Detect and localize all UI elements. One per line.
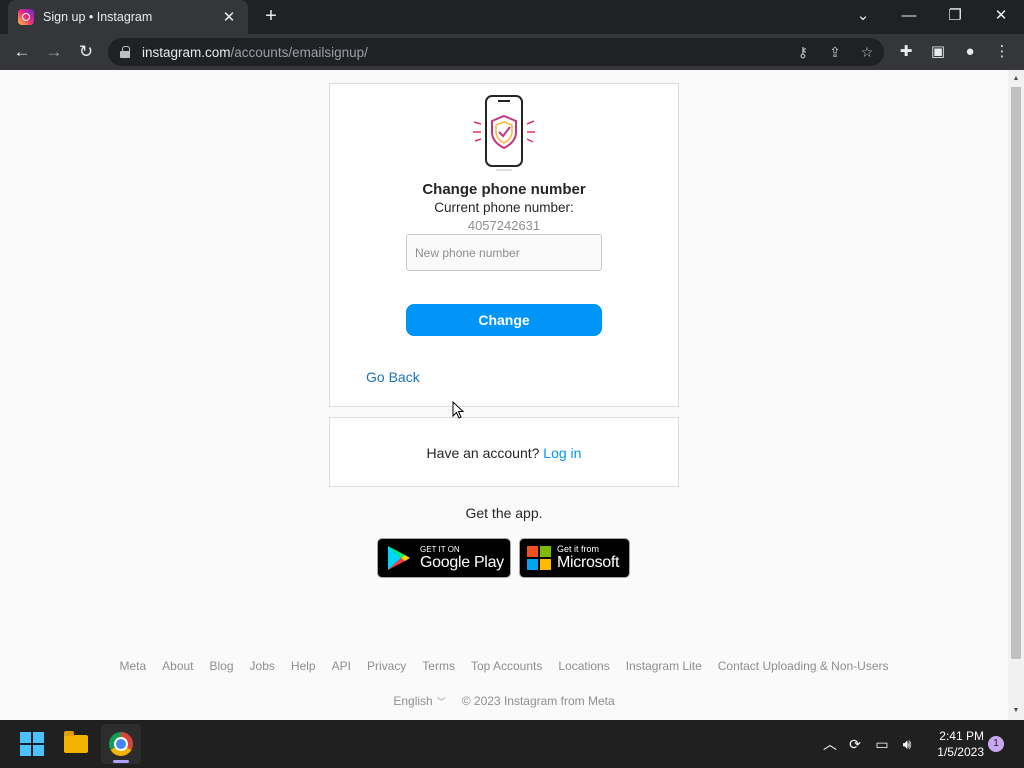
- profile-icon[interactable]: ●: [960, 42, 980, 62]
- google-play-icon: [388, 546, 410, 570]
- windows-taskbar: ︿ ⟳ ▭ 🔊︎ 2:41 PM 1/5/2023 1: [0, 720, 1024, 768]
- footer-link[interactable]: Instagram Lite: [626, 659, 702, 673]
- start-button[interactable]: [12, 724, 52, 764]
- scroll-up-icon[interactable]: ▲: [1008, 72, 1024, 86]
- browser-tab[interactable]: Sign up • Instagram ✕: [8, 0, 248, 34]
- go-back-link[interactable]: Go Back: [366, 369, 420, 385]
- change-phone-card: Change phone number Current phone number…: [329, 83, 679, 407]
- minimize-icon[interactable]: —: [893, 4, 925, 28]
- microsoft-small-text: Get it from: [557, 544, 600, 554]
- new-phone-number-input[interactable]: [406, 234, 602, 271]
- footer-link[interactable]: Locations: [558, 659, 609, 673]
- google-play-small-text: GET IT ON: [420, 545, 460, 554]
- browser-toolbar: ← → ↻ instagram.com/accounts/emailsignup…: [0, 34, 1024, 70]
- lock-icon[interactable]: [120, 46, 130, 58]
- tab-strip: Sign up • Instagram ✕ + ⌄ — ❐ ✕: [0, 0, 1024, 34]
- footer-link[interactable]: Contact Uploading & Non-Users: [718, 659, 889, 673]
- forward-icon[interactable]: →: [42, 40, 66, 64]
- footer-links: Meta About Blog Jobs Help API Privacy Te…: [0, 659, 1008, 673]
- current-phone-number: 4057242631: [467, 218, 541, 233]
- footer-link[interactable]: Privacy: [367, 659, 406, 673]
- address-bar[interactable]: instagram.com/accounts/emailsignup/ ⚷ ⇪ …: [108, 38, 884, 66]
- new-tab-button[interactable]: +: [260, 6, 282, 28]
- google-play-big-text: Google Play: [420, 554, 504, 571]
- change-button[interactable]: Change: [406, 304, 602, 336]
- clock-date: 1/5/2023: [937, 745, 984, 759]
- windows-logo-icon: [20, 732, 44, 756]
- chevron-up-icon[interactable]: ︿: [820, 734, 840, 754]
- language-select[interactable]: English ﹀: [393, 694, 445, 708]
- page-viewport: Change phone number Current phone number…: [0, 70, 1024, 720]
- current-number-label: Current phone number:: [434, 200, 574, 215]
- tab-title: Sign up • Instagram: [43, 10, 153, 24]
- folder-icon: [64, 731, 88, 753]
- menu-icon[interactable]: ⋮: [992, 42, 1012, 62]
- sync-icon[interactable]: ⟳: [845, 734, 865, 754]
- login-link[interactable]: Log in: [543, 445, 581, 461]
- tab-search-icon[interactable]: ⌄: [847, 4, 879, 28]
- key-icon[interactable]: ⚷: [794, 43, 812, 61]
- google-play-badge[interactable]: GET IT ON Google Play: [377, 538, 511, 578]
- reload-icon[interactable]: ↻: [74, 40, 98, 64]
- extensions-icon[interactable]: ✚: [896, 42, 916, 62]
- scroll-down-icon[interactable]: ▼: [1008, 704, 1024, 718]
- instagram-favicon-icon: [18, 9, 34, 25]
- footer-link[interactable]: Jobs: [250, 659, 275, 673]
- microsoft-logo-icon: [527, 546, 551, 570]
- volume-icon[interactable]: 🔊︎: [897, 734, 917, 754]
- page-scrollbar[interactable]: ▲ ▼: [1008, 70, 1024, 720]
- side-panel-icon[interactable]: ▣: [928, 42, 948, 62]
- footer-bottom: English ﹀ © 2023 Instagram from Meta: [0, 694, 1008, 708]
- clock-time: 2:41 PM: [939, 729, 984, 743]
- back-icon[interactable]: ←: [10, 40, 34, 64]
- microsoft-store-badge[interactable]: Get it from Microsoft: [519, 538, 630, 578]
- phone-shield-icon: [473, 95, 535, 171]
- scroll-thumb[interactable]: [1011, 87, 1021, 659]
- taskbar-clock[interactable]: 2:41 PM 1/5/2023: [920, 728, 984, 760]
- language-label: English: [393, 694, 433, 708]
- copyright: © 2023 Instagram from Meta: [461, 694, 615, 708]
- notification-badge[interactable]: 1: [988, 736, 1004, 752]
- get-app-label: Get the app.: [465, 505, 543, 521]
- tab-close-icon[interactable]: ✕: [220, 8, 238, 26]
- footer-link[interactable]: Meta: [119, 659, 146, 673]
- url-path: /accounts/emailsignup/: [230, 44, 368, 60]
- footer-link[interactable]: Top Accounts: [471, 659, 542, 673]
- page-title: Change phone number: [422, 181, 586, 198]
- footer-link[interactable]: About: [162, 659, 193, 673]
- close-window-icon[interactable]: ✕: [985, 4, 1017, 28]
- login-prompt-row: Have an account? Log in: [330, 445, 678, 461]
- footer-link[interactable]: Help: [291, 659, 316, 673]
- restore-icon[interactable]: ❐: [939, 4, 971, 28]
- file-explorer-button[interactable]: [56, 724, 96, 764]
- chrome-taskbar-button[interactable]: [101, 724, 141, 764]
- mouse-cursor-icon: [452, 401, 464, 419]
- star-icon[interactable]: ☆: [858, 43, 876, 61]
- footer-link[interactable]: API: [332, 659, 351, 673]
- login-prompt: Have an account?: [426, 445, 540, 461]
- active-app-indicator: [113, 760, 129, 763]
- footer-link[interactable]: Terms: [422, 659, 455, 673]
- footer-link[interactable]: Blog: [210, 659, 234, 673]
- login-card: Have an account? Log in: [329, 417, 679, 487]
- network-icon[interactable]: ▭: [872, 734, 892, 754]
- url-host: instagram.com: [142, 44, 231, 60]
- chevron-down-icon: ﹀: [436, 697, 446, 707]
- share-icon[interactable]: ⇪: [826, 43, 844, 61]
- chrome-icon: [109, 732, 133, 756]
- microsoft-big-text: Microsoft: [557, 554, 620, 571]
